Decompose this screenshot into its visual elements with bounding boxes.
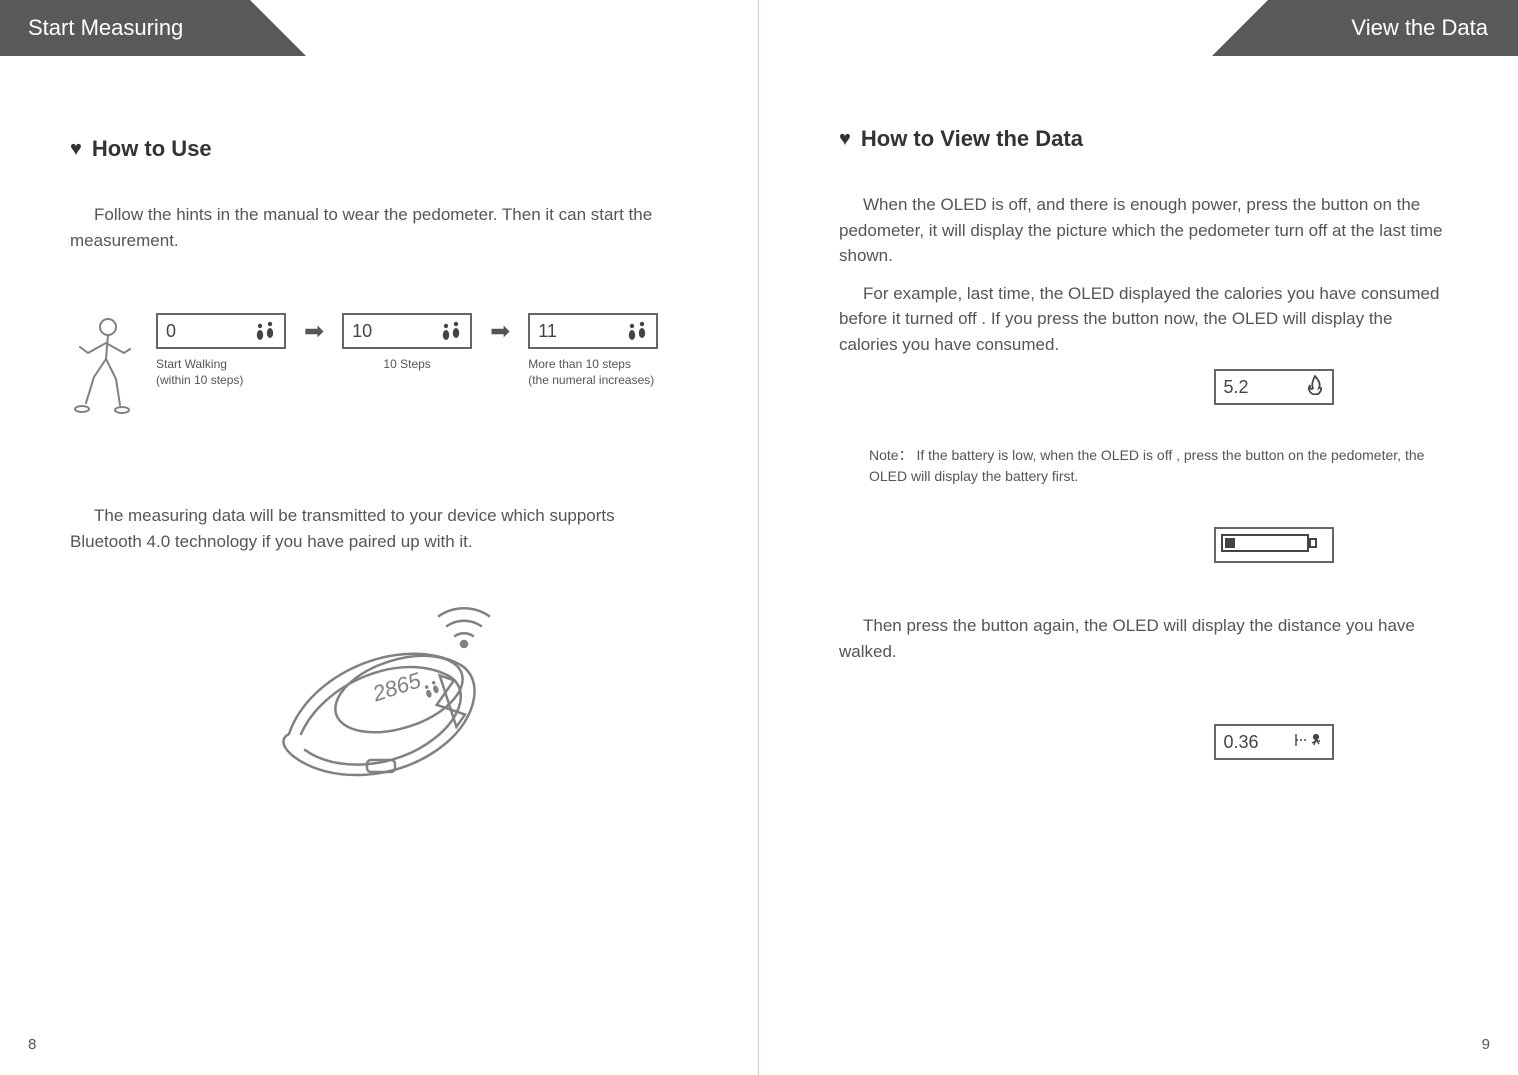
- bluetooth-paragraph: The measuring data will be transmitted t…: [70, 503, 688, 554]
- tab-label: Start Measuring: [28, 15, 183, 41]
- note-label: Note：: [869, 447, 913, 463]
- battery-icon: [1220, 531, 1328, 560]
- note-paragraph: Note： If the battery is low, when the OL…: [869, 445, 1448, 487]
- tab-label: View the Data: [1351, 15, 1488, 41]
- step-sequence: 0 Start Walking (within 10 steps) ➡ 10: [70, 313, 688, 423]
- page-right: View the Data ♥ How to View the Data Whe…: [759, 0, 1518, 1075]
- step-caption: 10 Steps: [342, 357, 472, 373]
- section-how-to-view: ♥ How to View the Data: [839, 126, 1448, 152]
- view-p3: Then press the button again, the OLED wi…: [839, 613, 1448, 664]
- intro-paragraph: Follow the hints in the manual to wear t…: [70, 202, 688, 253]
- oled-value: 5.2: [1224, 377, 1249, 398]
- step-caption: Start Walking (within 10 steps): [156, 357, 243, 388]
- section-title: How to Use: [92, 136, 212, 162]
- footsteps-icon: [626, 321, 648, 341]
- oled-value: 11: [538, 321, 557, 342]
- oled-calories: 5.2: [1214, 369, 1334, 405]
- footsteps-icon: [440, 321, 462, 341]
- section-title: How to View the Data: [861, 126, 1083, 152]
- step-1: 0 Start Walking (within 10 steps): [156, 313, 286, 388]
- page-number: 9: [1482, 1036, 1490, 1053]
- oled-display: 11: [528, 313, 658, 349]
- oled-display: 10: [342, 313, 472, 349]
- arrow-right-icon: ➡: [490, 317, 510, 346]
- note-text: If the battery is low, when the OLED is …: [869, 447, 1424, 484]
- flame-icon: [1306, 375, 1324, 400]
- heart-icon: ♥: [839, 128, 851, 151]
- walking-person-icon: [70, 313, 138, 423]
- oled-value: 0: [166, 321, 176, 342]
- step-caption: More than 10 steps (the numeral increase…: [528, 357, 654, 388]
- oled-value: 10: [352, 321, 372, 342]
- heart-icon: ♥: [70, 138, 82, 161]
- section-how-to-use: ♥ How to Use: [70, 136, 688, 162]
- page-left: Start Measuring ♥ How to Use Follow the …: [0, 0, 759, 1075]
- oled-battery: [1214, 527, 1334, 563]
- page-number: 8: [28, 1036, 36, 1053]
- wristband-illustration: 2865: [70, 584, 688, 804]
- step-3: 11 More than 10 steps (the numeral incre…: [528, 313, 658, 388]
- tab-start-measuring: Start Measuring: [0, 0, 250, 56]
- oled-value: 0.36: [1224, 732, 1259, 753]
- arrow-right-icon: ➡: [304, 317, 324, 346]
- footsteps-icon: [254, 321, 276, 341]
- footsteps-icon: [423, 680, 440, 698]
- oled-display: 0: [156, 313, 286, 349]
- step-2: 10 10 Steps: [342, 313, 472, 373]
- view-p1: When the OLED is off, and there is enoug…: [839, 192, 1448, 269]
- tab-view-data: View the Data: [1268, 0, 1518, 56]
- oled-distance: 0.36: [1214, 724, 1334, 760]
- distance-icon: [1294, 731, 1324, 754]
- view-p2: For example, last time, the OLED display…: [839, 281, 1448, 358]
